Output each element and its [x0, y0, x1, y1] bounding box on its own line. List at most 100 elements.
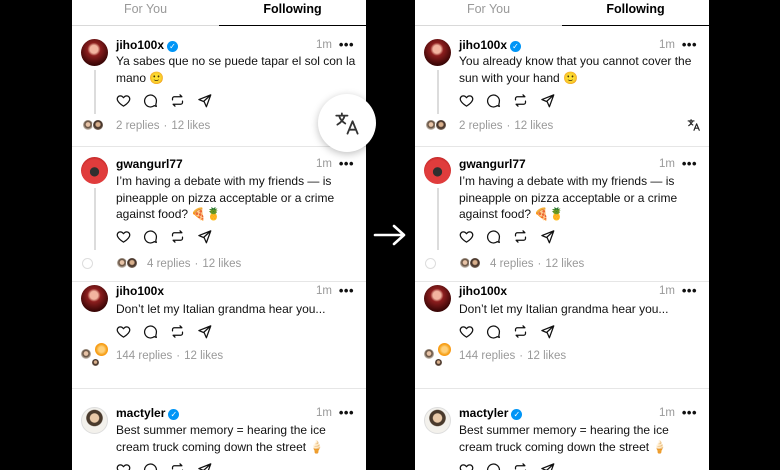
likes-count[interactable]: 12 likes: [514, 120, 553, 132]
thread-line: [437, 70, 439, 114]
likes-count[interactable]: 12 likes: [171, 120, 210, 132]
like-button[interactable]: [116, 93, 143, 109]
tab-following[interactable]: Following: [562, 0, 709, 25]
share-button[interactable]: [197, 93, 224, 109]
feed-tabs: For You Following: [415, 0, 709, 26]
avatar[interactable]: [424, 407, 451, 434]
comment-icon: [143, 325, 158, 339]
post-time: 1m: [659, 158, 675, 170]
post-username[interactable]: jiho100x: [459, 284, 507, 299]
tab-for-you[interactable]: For You: [415, 0, 562, 25]
reply-button[interactable]: [486, 93, 513, 109]
translate-button[interactable]: [318, 94, 376, 152]
share-button[interactable]: [197, 324, 224, 340]
post-actions: [116, 229, 224, 247]
post-username[interactable]: jiho100x: [116, 284, 164, 299]
share-button[interactable]: [540, 229, 567, 245]
avatar[interactable]: [81, 407, 108, 434]
share-button[interactable]: [197, 229, 224, 245]
likes-count[interactable]: 12 likes: [202, 258, 241, 270]
reply-button[interactable]: [143, 93, 170, 109]
repost-button[interactable]: [170, 462, 197, 470]
likes-count[interactable]: 12 likes: [545, 258, 584, 270]
avatar[interactable]: [424, 157, 451, 184]
post-username[interactable]: gwangurl77: [116, 157, 183, 172]
like-button[interactable]: [459, 462, 486, 470]
repost-button[interactable]: [513, 229, 540, 245]
more-options-button[interactable]: •••: [682, 406, 697, 419]
post-username[interactable]: jiho100x ✓: [116, 38, 179, 53]
like-button[interactable]: [116, 324, 143, 340]
like-button[interactable]: [459, 324, 486, 340]
likes-count[interactable]: 12 likes: [527, 350, 566, 362]
reply-button[interactable]: [143, 324, 170, 340]
post-divider: [415, 146, 709, 147]
like-button[interactable]: [116, 229, 143, 245]
repost-button[interactable]: [170, 93, 197, 109]
send-icon: [198, 230, 212, 244]
replies-count[interactable]: 4 replies: [490, 258, 533, 270]
phone-translated: For You Following jiho100x ✓ 1m ••• You a…: [415, 0, 709, 470]
avatar[interactable]: [81, 285, 108, 312]
avatar[interactable]: [81, 157, 108, 184]
like-button[interactable]: [459, 229, 486, 245]
translated-indicator[interactable]: [687, 118, 701, 132]
repost-button[interactable]: [513, 462, 540, 470]
replies-count[interactable]: 2 replies: [116, 120, 159, 132]
reply-button[interactable]: [486, 229, 513, 245]
send-icon: [198, 463, 212, 470]
replies-count[interactable]: 2 replies: [459, 120, 502, 132]
comment-icon: [143, 94, 158, 108]
like-button[interactable]: [116, 462, 143, 470]
replier-avatar: [437, 342, 452, 357]
repost-button[interactable]: [170, 229, 197, 245]
post-username[interactable]: mactyler ✓: [116, 406, 180, 421]
reply-button[interactable]: [486, 462, 513, 470]
post-username[interactable]: mactyler ✓: [459, 406, 523, 421]
tab-following[interactable]: Following: [219, 0, 366, 25]
repost-button[interactable]: [513, 324, 540, 340]
post-text: Ya sabes que no se puede tapar el sol co…: [116, 54, 356, 85]
share-button[interactable]: [197, 462, 224, 470]
avatar[interactable]: [81, 39, 108, 66]
more-options-button[interactable]: •••: [339, 284, 354, 297]
comment-icon: [486, 94, 501, 108]
reply-button[interactable]: [143, 462, 170, 470]
thread-line: [94, 70, 96, 114]
more-options-button[interactable]: •••: [339, 157, 354, 170]
feed-tabs: For You Following: [72, 0, 366, 26]
post-username[interactable]: gwangurl77: [459, 157, 526, 172]
more-options-button[interactable]: •••: [682, 284, 697, 297]
reply-button[interactable]: [486, 324, 513, 340]
avatar[interactable]: [424, 39, 451, 66]
more-options-button[interactable]: •••: [339, 38, 354, 51]
share-button[interactable]: [540, 324, 567, 340]
replies-count[interactable]: 144 replies: [459, 350, 515, 362]
replier-avatar: [469, 257, 481, 269]
replies-count[interactable]: 4 replies: [147, 258, 190, 270]
replies-count[interactable]: 144 replies: [116, 350, 172, 362]
post-divider: [72, 281, 366, 282]
more-options-button[interactable]: •••: [682, 157, 697, 170]
verified-badge-icon: ✓: [511, 409, 523, 420]
more-options-button[interactable]: •••: [339, 406, 354, 419]
repost-button[interactable]: [170, 324, 197, 340]
reply-button[interactable]: [143, 229, 170, 245]
post-time: 1m: [659, 39, 675, 51]
post-username[interactable]: jiho100x ✓: [459, 38, 522, 53]
replier-avatar: [80, 348, 92, 360]
avatar[interactable]: [424, 285, 451, 312]
like-button[interactable]: [459, 93, 486, 109]
more-options-button[interactable]: •••: [682, 38, 697, 51]
tab-for-you[interactable]: For You: [72, 0, 219, 25]
post-time: 1m: [316, 407, 332, 419]
repost-button[interactable]: [513, 93, 540, 109]
repost-icon: [171, 463, 184, 470]
post-actions: [459, 93, 567, 111]
heart-icon: [459, 231, 474, 243]
active-tab-indicator: [219, 24, 366, 26]
heart-icon: [459, 95, 474, 107]
share-button[interactable]: [540, 462, 567, 470]
likes-count[interactable]: 12 likes: [184, 350, 223, 362]
share-button[interactable]: [540, 93, 567, 109]
